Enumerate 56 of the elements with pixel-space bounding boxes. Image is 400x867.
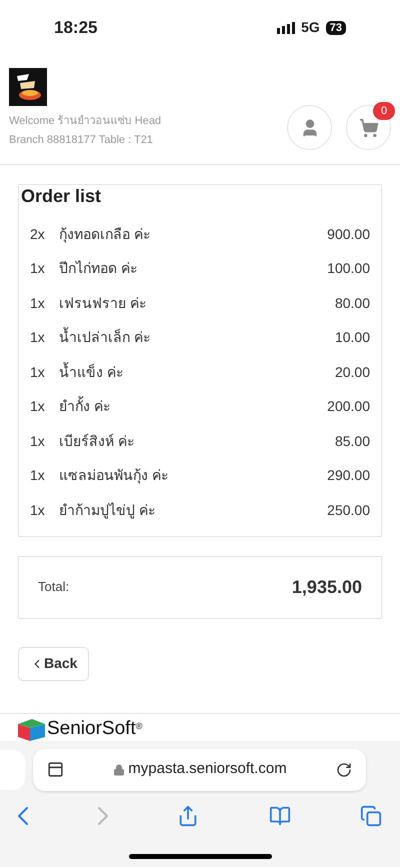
restaurant-logo (9, 68, 47, 106)
item-price: 20.00 (334, 362, 370, 382)
chevron-left-icon (18, 806, 28, 824)
item-name: ปีกไก่ทอด ค่ะ (59, 259, 138, 278)
brand-logo-icon (18, 718, 45, 740)
item-price: 100.00 (327, 259, 370, 278)
item-price: 80.00 (334, 294, 370, 313)
tabs-button[interactable] (360, 804, 382, 826)
item-name: กุ้งทอดเกลือ ค่ะ (59, 224, 151, 245)
item-name: น้ำแข็ง ค่ะ (59, 362, 124, 382)
item-price: 900.00 (327, 224, 370, 244)
item-quantity: 1x (30, 259, 46, 278)
item-name: เฟรนฟราย ค่ะ (59, 294, 147, 313)
book-icon (268, 804, 290, 826)
welcome-text: Welcome ร้านยำวอนแซ่บ Head Branch 88818177 Table : T21 (9, 114, 162, 148)
item-name: น้ำเปล่าเล็ก ค่ะ (59, 327, 151, 348)
cart-icon (358, 118, 378, 138)
brand-name: SeniorSoft$^{®}$ (47, 718, 142, 738)
item-price: 250.00 (327, 500, 370, 520)
browser-back-button[interactable] (18, 806, 28, 824)
item-quantity: 1x (30, 328, 46, 348)
status-time: 18:25 (54, 16, 98, 39)
tabs-icon (360, 804, 382, 826)
item-price: 290.00 (327, 466, 370, 486)
total-value: 1,935.00 (292, 576, 362, 598)
item-price: 85.00 (334, 432, 370, 451)
lock-icon (113, 764, 126, 776)
signal-icon (277, 22, 296, 34)
item-price: 10.00 (334, 328, 370, 348)
share-button[interactable] (177, 804, 199, 826)
url-text: mypasta.seniorsoft.com (128, 759, 287, 780)
profile-button[interactable] (287, 105, 332, 150)
address-bar[interactable]: mypasta.seniorsoft.com (33, 748, 366, 790)
item-name: ยำก้ามปูไข่ปู ค่ะ (59, 500, 156, 521)
bookmarks-button[interactable] (268, 804, 290, 826)
item-price: 200.00 (327, 397, 370, 416)
total-label: Total: (38, 578, 70, 596)
back-button[interactable]: Back (18, 646, 90, 680)
page-menu-icon (47, 761, 64, 778)
item-quantity: 1x (30, 397, 46, 416)
order-list-title: Order list (20, 185, 102, 207)
item-quantity: 1x (30, 294, 46, 313)
chevron-right-icon (98, 806, 108, 824)
item-name: เบียร์สิงห์ ค่ะ (59, 432, 135, 451)
item-quantity: 1x (30, 432, 46, 451)
battery-indicator: 73 (326, 20, 346, 34)
share-icon (177, 804, 199, 826)
network-label: 5G (301, 18, 320, 37)
cart-count-badge: 0 (373, 102, 395, 120)
item-name: แซลม่อนพันกุ้ง ค่ะ (59, 466, 169, 486)
reload-icon (336, 762, 352, 778)
item-quantity: 1x (30, 500, 46, 520)
item-name: ยำกั้ง ค่ะ (59, 396, 111, 416)
item-quantity: 2x (30, 224, 46, 244)
item-quantity: 1x (30, 362, 46, 382)
item-quantity: 1x (30, 466, 46, 486)
